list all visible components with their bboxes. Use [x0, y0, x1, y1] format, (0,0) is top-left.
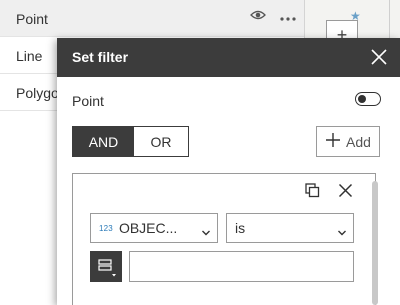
add-label: Add: [346, 133, 371, 150]
chevron-down-icon: [201, 224, 211, 240]
list-icon: [98, 259, 116, 277]
field-select[interactable]: 123 OBJEC...: [90, 213, 218, 243]
value-type-button[interactable]: [90, 251, 122, 282]
number-field-icon: 123: [99, 223, 113, 233]
field-select-value: OBJEC...: [118, 220, 178, 236]
add-button[interactable]: Add: [316, 126, 380, 157]
close-icon: [371, 49, 387, 65]
set-filter-dialog: Set filter Point AND OR Add 123 OBJEC...: [57, 38, 400, 305]
layer-item-label: Polygo: [16, 85, 59, 101]
layer-item-label: Line: [16, 48, 43, 64]
toggle-knob: [358, 94, 366, 103]
operator-select-value: is: [235, 220, 246, 236]
close-button[interactable]: [368, 46, 390, 68]
filter-toggle[interactable]: [355, 92, 381, 106]
layer-item-point[interactable]: Point: [0, 0, 304, 37]
scrollbar[interactable]: [372, 181, 378, 305]
and-option[interactable]: AND: [73, 127, 134, 156]
eye-icon[interactable]: [250, 8, 266, 26]
dialog-header: Set filter: [57, 38, 400, 77]
clause-actions: [305, 183, 353, 203]
layer-item-label: Point: [16, 11, 48, 27]
close-icon[interactable]: [338, 183, 353, 203]
logic-segmented-control: AND OR: [72, 126, 189, 157]
or-option[interactable]: OR: [134, 127, 188, 156]
copy-icon[interactable]: [305, 183, 320, 203]
filter-clause-card: 123 OBJEC... is: [72, 173, 376, 305]
value-input[interactable]: [129, 251, 354, 282]
more-icon[interactable]: [280, 8, 296, 26]
layer-item-actions: [250, 8, 296, 26]
chevron-down-icon: [337, 224, 347, 240]
dialog-title: Set filter: [72, 49, 129, 65]
filter-layer-name: Point: [72, 93, 104, 109]
plus-icon: [325, 132, 341, 152]
operator-select[interactable]: is: [226, 213, 354, 243]
